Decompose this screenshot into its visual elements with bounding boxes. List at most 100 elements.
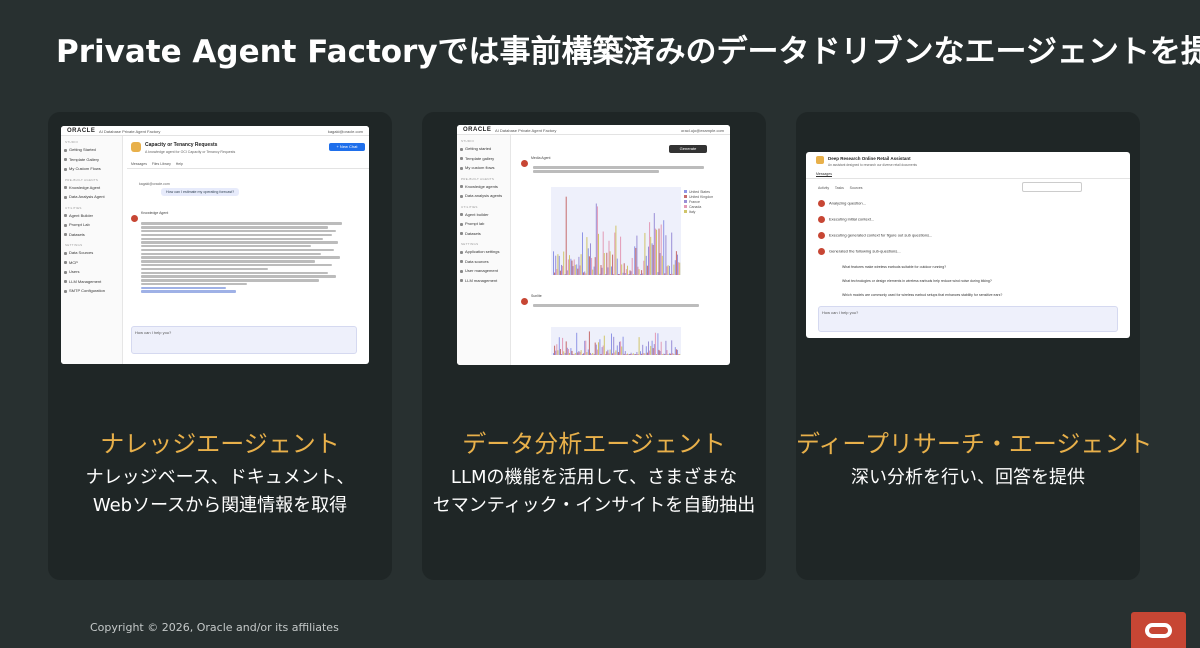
chart-bar (677, 349, 678, 355)
chart-bar (651, 243, 653, 275)
chart-bar (620, 236, 622, 275)
sidebar-item[interactable]: Knowledge Agent (61, 183, 122, 193)
chart-bar (587, 248, 589, 275)
step-avatar (818, 200, 825, 207)
chart-bar (592, 269, 594, 275)
sidebar-item[interactable]: My custom flows (457, 163, 510, 173)
sidebar-item[interactable]: Getting started (457, 144, 510, 154)
sidebar-item[interactable]: SMTP Configuration (61, 286, 122, 296)
chart-bar (574, 264, 576, 275)
sidebar-item[interactable]: Getting Started (61, 145, 122, 155)
chart-bar (566, 347, 568, 355)
agent-avatar (521, 155, 528, 173)
chart-bar (601, 267, 603, 275)
tab-help[interactable]: Help (176, 162, 183, 166)
chart-bar (567, 259, 569, 275)
sidebar-item[interactable]: Datasets (61, 230, 122, 240)
sidebar-item[interactable]: LLM management (457, 276, 510, 286)
step-3: Executing generated context for figure o… (829, 232, 933, 238)
chart-bar (666, 266, 668, 275)
agent-text (533, 165, 713, 174)
deep-research-screenshot: Deep Research Online Retail Assistant An… (806, 152, 1130, 338)
chart-bar (617, 352, 619, 355)
chart-bar (628, 274, 630, 275)
chart-bar (591, 354, 593, 355)
sidebar-item[interactable]: MCP (61, 258, 122, 268)
tab-files[interactable]: Files Library (152, 162, 171, 166)
chart-bar (607, 267, 609, 275)
deep-research-agent-card: Deep Research Online Retail Assistant An… (796, 112, 1152, 580)
chart-bar (573, 354, 575, 355)
sidebar-item[interactable]: Agent Builder (61, 211, 122, 221)
chart-bar (638, 337, 640, 355)
chart-bar (590, 243, 591, 275)
sidebar-item[interactable]: My Custom Flows (61, 164, 122, 174)
chart-bar (606, 252, 608, 275)
chart-bar (616, 258, 618, 275)
chart-bar (660, 341, 662, 355)
sub-tabs: Activity Tasks Sources (818, 186, 863, 190)
sidebar-item[interactable]: Template Gallery (61, 155, 122, 165)
sidebar-item[interactable]: Knowledge agents (457, 182, 510, 192)
chart-bar (643, 353, 645, 355)
sidebar-item[interactable]: User management (457, 266, 510, 276)
sidebar-item[interactable]: Template gallery (457, 154, 510, 164)
tab-messages[interactable]: Messages (816, 172, 832, 177)
chart-bar (611, 333, 612, 355)
chart-bar (651, 340, 653, 355)
sidebar-item[interactable]: Prompt Lab (61, 220, 122, 230)
tab-messages[interactable]: Messages (131, 162, 147, 166)
sidebar-item[interactable]: Prompt lab (457, 219, 510, 229)
chart-bar (562, 265, 564, 275)
chart-bar (566, 270, 568, 275)
model-select[interactable] (1022, 182, 1082, 192)
sidebar-section: STUDIO (65, 140, 79, 144)
chat-input[interactable]: How can I help you? (818, 306, 1118, 332)
chart-bar (584, 340, 586, 355)
sidebar-item[interactable]: Data Analysis Agent (61, 192, 122, 202)
chart-bar (678, 354, 680, 355)
agent-icon (131, 142, 141, 152)
chart-bar (594, 257, 596, 275)
chart-bar (624, 273, 626, 275)
chart-bar (617, 274, 619, 275)
chart-bar (609, 349, 611, 355)
chart-bar (636, 351, 638, 355)
chart-bar (557, 350, 559, 355)
chart-bar (653, 213, 655, 275)
tab-sources[interactable]: Sources (850, 186, 863, 190)
tab-activity[interactable]: Activity (818, 186, 829, 190)
chat-input[interactable]: How can I help you? (131, 326, 357, 354)
sidebar-item[interactable]: Data analysis agents (457, 191, 510, 201)
chart-bar (656, 229, 657, 275)
knowledge-agent-card: ORACLE AI Database Private Agent Factory… (48, 112, 392, 580)
sidebar-item[interactable]: LLM Management (61, 277, 122, 287)
sidebar-item[interactable]: Data sources (457, 257, 510, 267)
user-label: kagaki@oracle.com (139, 182, 170, 186)
legend-entry: United States (689, 190, 710, 194)
sidebar-item[interactable]: Agent builder (457, 210, 510, 220)
chart-bar (608, 240, 610, 275)
export-button[interactable]: Generate explanation (669, 145, 707, 159)
sidebar-item[interactable]: Users (61, 267, 122, 277)
chart-bar (563, 251, 565, 275)
chart-bar (593, 354, 595, 355)
chart-bar (641, 353, 643, 355)
desc-line-1: 深い分析を行い、回答を提供 (851, 467, 1085, 488)
chart-bar (605, 274, 607, 275)
new-chat-button[interactable]: + New Chat (329, 143, 365, 151)
legend-swatch (684, 200, 687, 203)
sidebar-item[interactable]: Data Sources (61, 248, 122, 258)
chart-bar (644, 232, 646, 275)
tab-tasks[interactable]: Tasks (835, 186, 844, 190)
chart-bar (591, 257, 593, 275)
chart-bar (586, 237, 588, 275)
chart-bar (593, 266, 595, 275)
sidebar-item[interactable]: Application settings (457, 247, 510, 257)
agent-name: Knowledge Agent (141, 211, 169, 215)
legend-swatch (684, 195, 687, 198)
sidebar-section: STUDIO (461, 139, 475, 143)
sidebar-item[interactable]: Datasets (457, 229, 510, 239)
chart-bar (596, 206, 598, 275)
chart-bar (594, 342, 596, 355)
